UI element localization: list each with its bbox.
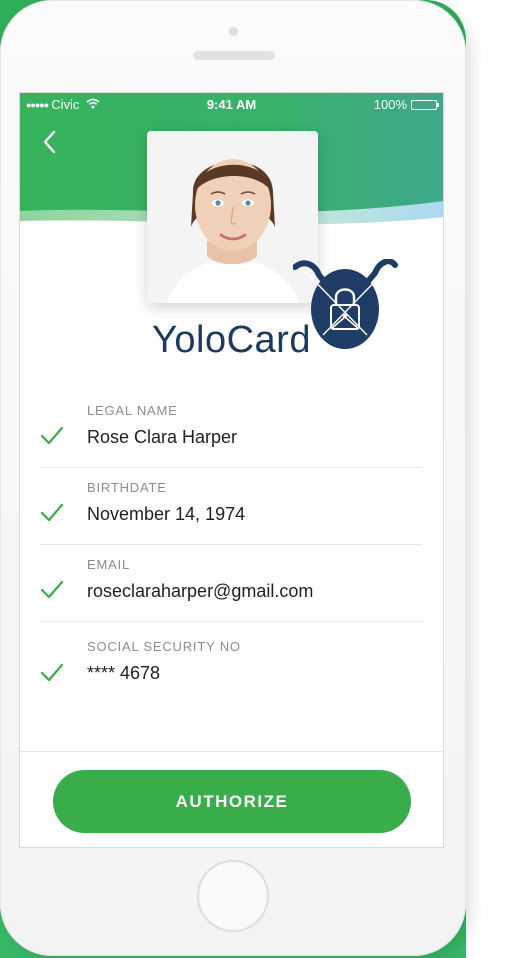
brand-name: YoloCard	[152, 319, 311, 361]
authorize-button[interactable]: AUTHORIZE	[53, 770, 411, 833]
back-button[interactable]	[36, 127, 62, 157]
chevron-left-icon	[43, 130, 56, 154]
earpiece-speaker	[193, 51, 275, 60]
field-value: November 14, 1974	[87, 504, 246, 524]
check-icon	[40, 663, 64, 682]
battery-icon	[411, 99, 439, 110]
home-button[interactable]	[197, 860, 269, 932]
check-icon	[40, 503, 64, 522]
check-icon	[40, 426, 64, 445]
check-icon	[40, 580, 64, 599]
battery-status: 100%	[373, 97, 439, 112]
field-row-birthdate: BIRTHDATE November 14, 1974	[40, 468, 422, 545]
field-value: roseclaraharper@gmail.com	[87, 581, 314, 601]
field-label: EMAIL	[87, 557, 131, 572]
field-row-social-security: SOCIAL SECURITY NO **** 4678	[40, 622, 422, 712]
field-row-email: EMAIL roseclaraharper@gmail.com	[40, 545, 422, 622]
footer-divider	[20, 751, 443, 752]
field-value: Rose Clara Harper	[87, 427, 238, 447]
field-label: LEGAL NAME	[87, 403, 178, 418]
field-value: **** 4678	[87, 663, 161, 683]
status-bar: ●●●●● Civic 9:41 AM 100%	[20, 93, 443, 115]
identity-fields: LEGAL NAME Rose Clara Harper BIRTHDATE N…	[40, 391, 422, 712]
battery-percent: 100%	[373, 97, 407, 112]
field-row-legal-name: LEGAL NAME Rose Clara Harper	[40, 391, 422, 468]
phone-screen: ●●●●● Civic 9:41 AM 100% YoloCard LEGAL …	[19, 92, 444, 848]
front-camera	[229, 27, 238, 36]
phone-frame: ●●●●● Civic 9:41 AM 100% YoloCard LEGAL …	[0, 0, 466, 956]
field-label: SOCIAL SECURITY NO	[87, 639, 241, 654]
field-label: BIRTHDATE	[87, 480, 167, 495]
